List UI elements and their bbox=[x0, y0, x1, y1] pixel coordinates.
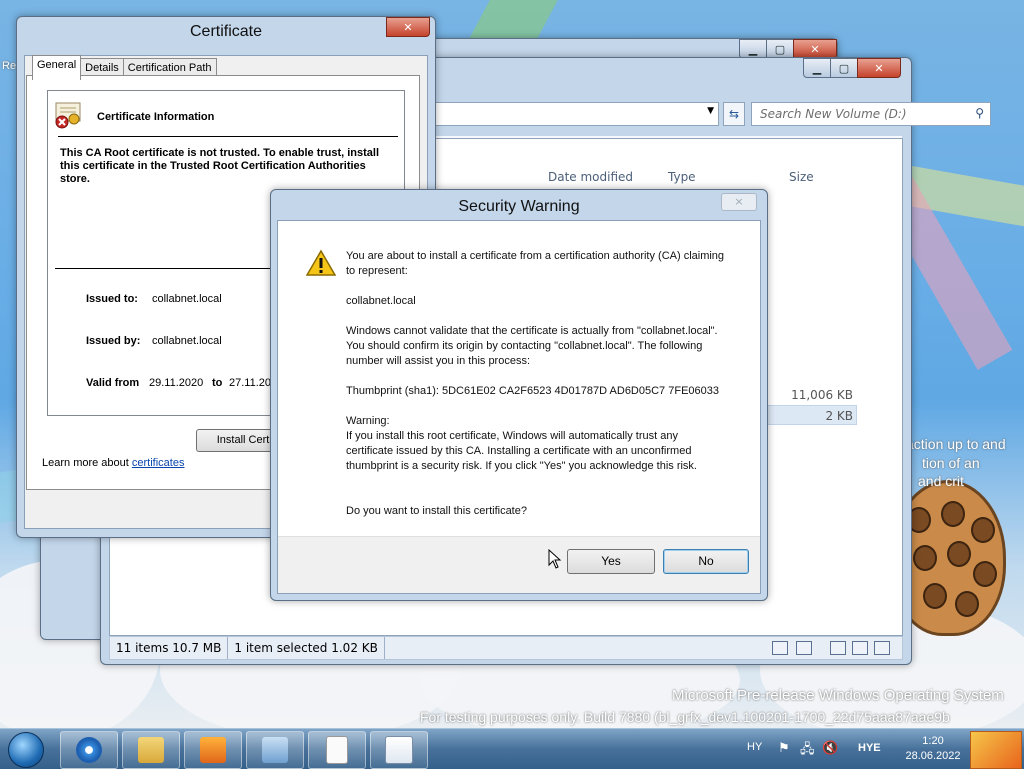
refresh-icon[interactable]: ⇆ bbox=[723, 102, 745, 126]
file-size: 11,006 KB bbox=[791, 388, 853, 402]
yes-button[interactable]: Yes bbox=[567, 549, 655, 574]
dialog-client: You are about to install a certificate f… bbox=[277, 220, 761, 594]
learn-more-prefix: Learn more about bbox=[42, 457, 132, 469]
file-size: 2 KB bbox=[825, 409, 853, 423]
tab-general[interactable]: General bbox=[32, 55, 82, 80]
window-icon bbox=[385, 736, 413, 764]
file-explorer-icon bbox=[138, 737, 164, 763]
certificate-heading: Certificate Information bbox=[97, 111, 215, 123]
dialog-title: Security Warning bbox=[458, 198, 580, 215]
chevron-down-icon[interactable]: ▼ bbox=[707, 106, 714, 116]
column-size[interactable]: Size bbox=[789, 170, 814, 184]
search-box[interactable]: Search New Volume (D:) ⚲ bbox=[751, 102, 991, 126]
valid-to-label: to bbox=[212, 377, 223, 389]
thumbnails-view-icon[interactable] bbox=[796, 641, 812, 655]
clock-date: 28.06.2022 bbox=[905, 750, 961, 762]
layout-icon[interactable] bbox=[830, 641, 846, 655]
mouse-cursor-icon bbox=[548, 549, 562, 569]
close-button[interactable]: × bbox=[721, 193, 757, 211]
subject-name: collabnet.local bbox=[346, 295, 416, 307]
taskbar-internet-explorer[interactable] bbox=[60, 731, 118, 769]
certificate-error-icon bbox=[55, 102, 81, 129]
maximize-button[interactable]: ▢ bbox=[830, 58, 858, 78]
issued-by-value: collabnet.local bbox=[152, 335, 222, 347]
minimize-button[interactable]: ▁ bbox=[739, 39, 767, 59]
taskbar-control-panel[interactable] bbox=[246, 731, 304, 769]
valid-from-label: Valid from bbox=[86, 377, 140, 389]
warning-text: If you install this root certificate, Wi… bbox=[346, 430, 697, 472]
internet-explorer-icon bbox=[76, 737, 102, 763]
confirm-question: Do you want to install this certificate? bbox=[346, 505, 527, 517]
details-view-icon[interactable] bbox=[772, 641, 788, 655]
maximize-button[interactable]: ▢ bbox=[766, 39, 794, 59]
ime-indicator[interactable]: HYE bbox=[858, 742, 881, 754]
search-icon[interactable]: ⚲ bbox=[975, 106, 984, 120]
security-warning-dialog[interactable]: Security Warning × You are about to inst… bbox=[270, 189, 768, 601]
warning-icon bbox=[306, 249, 336, 276]
flag-icon[interactable]: ⚑ bbox=[778, 740, 790, 756]
windows-logo-icon bbox=[8, 732, 44, 768]
media-player-icon bbox=[200, 737, 226, 763]
minimize-button[interactable]: ▁ bbox=[803, 58, 831, 78]
document-icon bbox=[326, 736, 348, 764]
layout-icon[interactable] bbox=[852, 641, 868, 655]
taskbar-security-warning[interactable] bbox=[370, 731, 428, 769]
status-item-count: 11 items 10.7 MB bbox=[110, 637, 229, 659]
column-date-modified[interactable]: Date modified bbox=[548, 170, 633, 184]
valid-from-value: 29.11.2020 bbox=[149, 377, 204, 389]
desktop-text-fragment: and crit bbox=[918, 473, 964, 489]
status-selection: 1 item selected 1.02 KB bbox=[228, 637, 385, 659]
layout-icon[interactable] bbox=[874, 641, 890, 655]
desktop-text-fragment: tion of an bbox=[922, 455, 980, 471]
issued-to-value: collabnet.local bbox=[152, 293, 222, 305]
network-icon[interactable]: 🖧 bbox=[800, 740, 815, 762]
dialog-title: Certificate bbox=[189, 23, 263, 40]
status-bar: 11 items 10.7 MB 1 item selected 1.02 KB bbox=[109, 636, 903, 660]
taskbar-media-player[interactable] bbox=[184, 731, 242, 769]
control-panel-icon bbox=[262, 737, 288, 763]
warning-label: Warning: bbox=[346, 415, 390, 427]
desktop-icon-label: Re bbox=[2, 60, 17, 72]
button-area: Yes No bbox=[278, 536, 760, 593]
certificates-link[interactable]: certificates bbox=[132, 457, 185, 469]
issued-to-label: Issued to: bbox=[86, 293, 138, 305]
intro-text: You are about to install a certificate f… bbox=[346, 250, 725, 277]
column-type[interactable]: Type bbox=[668, 170, 696, 184]
search-input[interactable]: Search New Volume (D:) bbox=[760, 107, 907, 121]
close-button[interactable]: ✕ bbox=[793, 39, 837, 59]
watermark-line-2: For testing purposes only. Build 7880 (b… bbox=[420, 709, 950, 725]
volume-muted-icon[interactable]: 🔇 bbox=[822, 740, 838, 756]
validation-text: Windows cannot validate that the certifi… bbox=[346, 325, 718, 367]
system-clock[interactable]: 1:20 28.06.2022 bbox=[900, 734, 966, 764]
language-indicator[interactable]: HY bbox=[747, 741, 762, 753]
taskbar: HY ⚑ 🖧 🔇 HYE 1:20 28.06.2022 bbox=[0, 728, 1024, 769]
learn-more-text: Learn more about certificates bbox=[42, 457, 184, 469]
thumbprint-text: Thumbprint (sha1): 5DC61E02 CA2F6523 4D0… bbox=[346, 385, 719, 397]
show-desktop-button[interactable] bbox=[970, 731, 1022, 769]
divider bbox=[58, 136, 398, 137]
close-button[interactable]: ✕ bbox=[386, 17, 430, 37]
start-button[interactable] bbox=[2, 730, 50, 768]
watermark-line-1: Microsoft Pre-release Windows Operating … bbox=[672, 687, 1004, 704]
desktop-text-fragment: action up to and bbox=[906, 436, 1006, 452]
taskbar-file-explorer[interactable] bbox=[122, 731, 180, 769]
issued-by-label: Issued by: bbox=[86, 335, 141, 347]
clock-time: 1:20 bbox=[922, 735, 944, 747]
taskbar-certificate-window[interactable] bbox=[308, 731, 366, 769]
close-button[interactable]: ✕ bbox=[857, 58, 901, 78]
trust-message: This CA Root certificate is not trusted.… bbox=[60, 147, 380, 185]
no-button[interactable]: No bbox=[663, 549, 749, 574]
